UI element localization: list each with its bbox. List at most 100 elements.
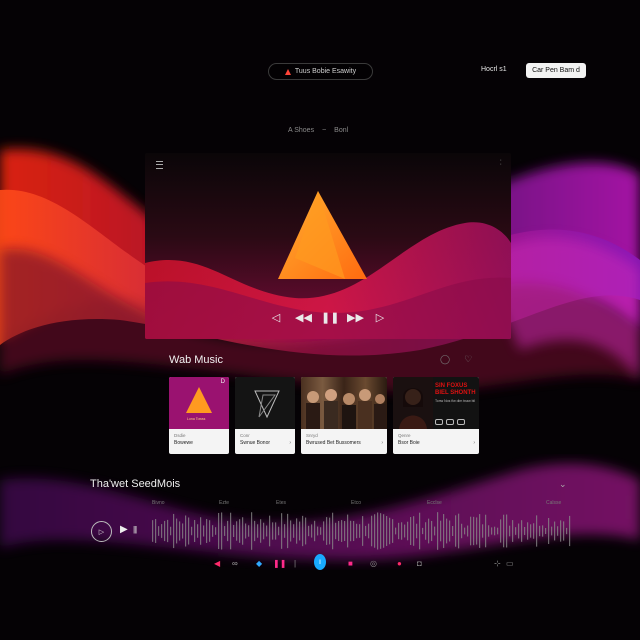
chevron-down-icon[interactable]: ⌄	[559, 479, 567, 490]
share-icon[interactable]	[457, 419, 465, 425]
search-pill[interactable]: Tuus Bobie Esawity	[268, 63, 373, 80]
section-title: Wab Music	[169, 354, 223, 366]
waveform-bar	[434, 526, 436, 536]
share-icon[interactable]: ⊹	[494, 556, 501, 572]
waveform-bar	[530, 524, 532, 538]
waveform-bar	[311, 524, 313, 538]
waveform-bar	[356, 523, 358, 539]
waveform-bar	[275, 522, 277, 540]
repeat-icon[interactable]: ▷	[373, 311, 387, 324]
media-player[interactable]: · · ◁ ◀◀ ❚❚ ▶▶ ▷	[145, 153, 511, 339]
card-corner-label: D	[220, 379, 225, 385]
breadcrumb-item[interactable]: A Shoes	[288, 127, 314, 134]
waveform-bar	[308, 525, 310, 537]
waveform-bar	[494, 526, 496, 536]
waveform-bar	[425, 522, 427, 540]
waveform-bar	[347, 514, 349, 548]
search-pill-label: Tuus Bobie Esawity	[294, 68, 357, 75]
waveform-bar	[452, 525, 454, 537]
waveform-bar	[500, 519, 502, 543]
pause-icon[interactable]: ❚❚	[321, 311, 339, 324]
waveform-bar	[506, 514, 508, 548]
waveform-bar	[515, 527, 517, 535]
album-art	[301, 377, 387, 429]
waveform-bar	[353, 520, 355, 542]
bottom-toolbar: ◀ ∞ ◆ ❚❚ | ı ■ ◎ ● ◘ ⊹ ▭	[210, 554, 520, 572]
waveform-bar	[221, 512, 223, 550]
tag-icon[interactable]: ◆	[256, 556, 262, 572]
nav-link[interactable]: Hocrl s1	[481, 66, 507, 73]
share-icon[interactable]: ♡	[464, 354, 472, 365]
play-button[interactable]: ▷	[91, 521, 112, 542]
add-icon[interactable]	[446, 419, 454, 425]
waveform[interactable]	[152, 510, 572, 552]
top-nav: Tuus Bobie Esawity Hocrl s1 Car Pen Bam …	[0, 60, 640, 84]
waveform-bar	[359, 524, 361, 538]
waveform-bar	[389, 517, 391, 545]
waveform-bar	[533, 523, 535, 539]
waveform-bar	[392, 519, 394, 543]
chevron-right-icon[interactable]: ›	[381, 440, 383, 446]
waveform-bar	[467, 525, 469, 537]
arrow-icon[interactable]: ◀	[214, 556, 220, 572]
poster-actions	[435, 419, 465, 425]
square-icon[interactable]: ■	[348, 556, 353, 572]
waveform-bar	[338, 520, 340, 542]
settings-icon[interactable]: ◎	[370, 556, 377, 572]
waveform-bar	[233, 524, 235, 538]
waveform-bar	[401, 522, 403, 540]
album-card[interactable]: D Lona Towss Dsdie Bowewe	[169, 377, 229, 454]
waveform-bar	[470, 516, 472, 546]
waveform-bar	[374, 514, 376, 548]
breadcrumb-separator: ~	[322, 127, 327, 134]
link-icon[interactable]: ∞	[232, 556, 238, 572]
breadcrumb: A Shoes ~ Bonl	[288, 127, 348, 134]
previous-icon[interactable]: ◀◀	[295, 311, 312, 324]
waveform-timeline: Bivno Ezte Etes Etco Ecclse Calsse	[152, 500, 572, 510]
waveform-bar	[416, 523, 418, 539]
grid-icon[interactable]: ◯	[440, 354, 450, 365]
card-meta: Dsdie	[174, 433, 186, 438]
album-card[interactable]: SIN FOXUS BIEL SHONTH Tonw Nos fiw dim t…	[393, 377, 479, 454]
waveform-bar	[203, 525, 205, 537]
card-meta: Snryd	[306, 433, 318, 438]
record-icon[interactable]: ●	[397, 556, 402, 572]
waveform-bar	[413, 516, 415, 546]
waveform-bar	[422, 527, 424, 535]
pause-icon[interactable]: ❚❚	[273, 556, 286, 572]
timeline-tick: Ecclse	[427, 500, 442, 506]
waveform-bar	[545, 527, 547, 535]
volume-icon[interactable]: |||	[133, 525, 137, 534]
menu-icon[interactable]	[156, 161, 163, 169]
waveform-bar	[491, 527, 493, 535]
chevron-right-icon[interactable]: ›	[289, 440, 291, 446]
waveform-bar	[524, 526, 526, 536]
play-icon[interactable]: ▶	[120, 524, 128, 535]
waveform-bar	[206, 519, 208, 543]
waveform-bar	[521, 520, 523, 542]
breadcrumb-item[interactable]: Bonl	[334, 127, 348, 134]
waveform-bar	[437, 512, 439, 550]
bar-icon[interactable]: |	[294, 556, 296, 572]
waveform-bar	[323, 521, 325, 541]
album-card[interactable]: Snryd Bwrused Bet Bussomers ›	[301, 377, 387, 454]
waveform-bar	[497, 527, 499, 535]
waveform-bar	[455, 515, 457, 547]
waveform-bar	[278, 526, 280, 536]
info-icon[interactable]: ı	[314, 554, 326, 570]
more-icon[interactable]: · ·	[500, 157, 502, 168]
next-icon[interactable]: ▶▶	[347, 311, 364, 324]
shuffle-icon[interactable]: ◁	[269, 311, 283, 324]
waveform-bar	[230, 512, 232, 550]
play-icon[interactable]	[435, 419, 443, 425]
album-card[interactable]: Conr Swnue Bonor ›	[235, 377, 295, 454]
waveform-bar	[314, 520, 316, 542]
camera-icon[interactable]: ◘	[417, 556, 422, 572]
chevron-right-icon[interactable]: ›	[473, 440, 475, 446]
waveform-bar	[362, 516, 364, 546]
cast-icon[interactable]: ▭	[506, 556, 514, 572]
cta-button[interactable]: Car Pen Bam d	[526, 63, 586, 78]
waveform-bar	[257, 524, 259, 538]
section-actions: ◯ ♡	[440, 354, 472, 365]
card-title: Bowewe	[174, 440, 193, 446]
